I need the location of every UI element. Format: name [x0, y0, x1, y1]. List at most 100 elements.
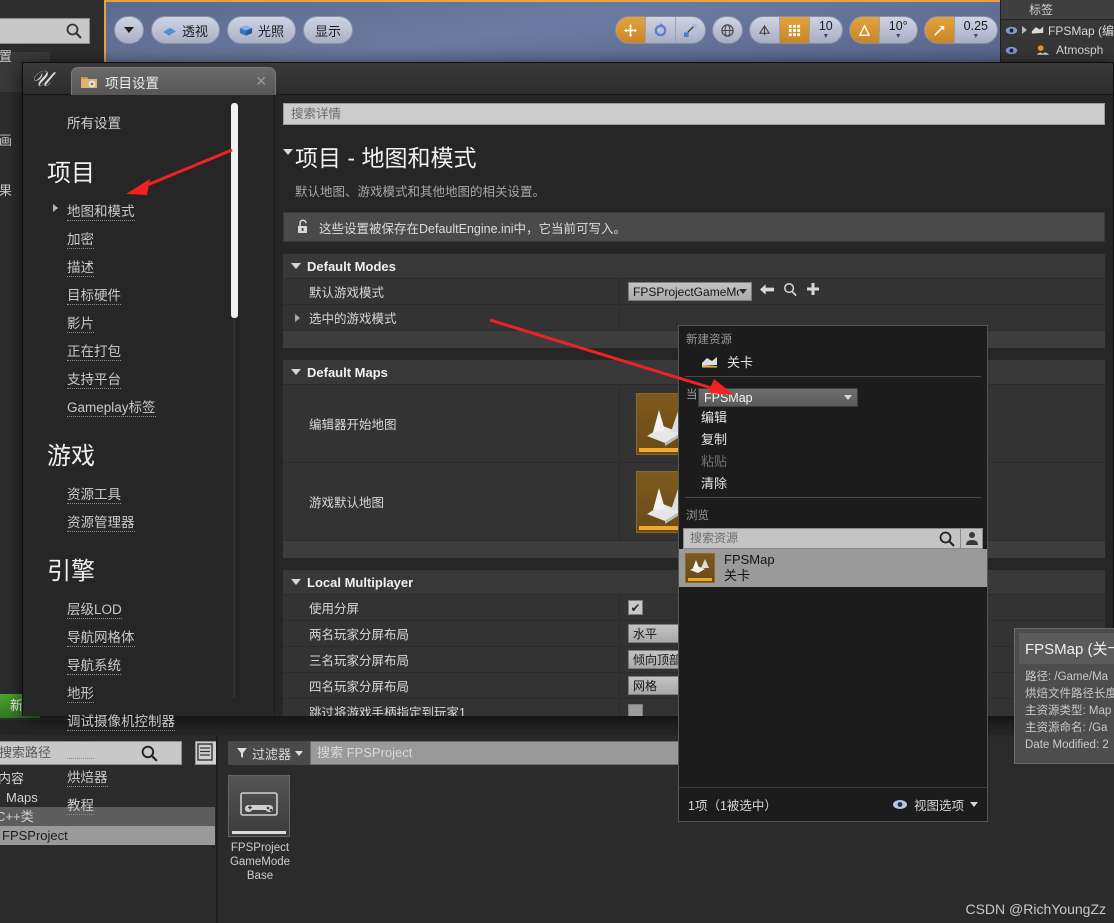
- picker-filter-button[interactable]: [961, 528, 983, 549]
- unlock-icon: [298, 219, 307, 233]
- use-splitscreen-checkbox[interactable]: ✔: [628, 600, 643, 615]
- sidebar-item-animation[interactable]: 动画: [23, 734, 274, 762]
- show-button[interactable]: 显示: [303, 16, 354, 44]
- translate-mode-button[interactable]: [615, 17, 646, 43]
- sidebar-item-navigation-system[interactable]: 导航系统: [23, 650, 274, 678]
- angle-snap-value[interactable]: 10° ▼: [880, 17, 917, 43]
- collapse-triangle-icon[interactable]: [283, 149, 293, 155]
- tab-project-settings[interactable]: 项目设置 ✕: [71, 67, 276, 95]
- perspective-button[interactable]: 透视: [151, 16, 221, 44]
- atmosphere-icon: [1036, 44, 1050, 55]
- skip-gamepad-checkbox[interactable]: [628, 704, 643, 716]
- sidebar-item-label: 加密: [67, 232, 94, 249]
- sidebar-item-hierarchical-lod[interactable]: 层级LOD: [23, 594, 274, 622]
- picker-item-copy[interactable]: 复制: [679, 427, 987, 449]
- scale-snap-toggle[interactable]: [924, 17, 955, 43]
- sidebar-item-landscape[interactable]: 地形: [23, 678, 274, 706]
- asset-label-line: FPSProject: [230, 842, 290, 854]
- picker-item-label: 清除: [701, 475, 728, 491]
- scale-snap-value[interactable]: 0.25 ▼: [955, 17, 997, 43]
- picker-item-label: 复制: [701, 431, 728, 447]
- modes-search-input[interactable]: 类: [0, 18, 90, 44]
- grid-snap-value[interactable]: 10 ▼: [810, 17, 842, 43]
- collapse-triangle-icon[interactable]: [291, 263, 301, 269]
- sidebar-item-supported-platforms[interactable]: 支持平台: [23, 364, 274, 392]
- left-item-effects[interactable]: 效果: [0, 180, 12, 199]
- sidebar-item-debug-camera-controller[interactable]: 调试摄像机控制器: [23, 706, 274, 734]
- editor-startup-map-combo[interactable]: FPSMap: [698, 388, 858, 407]
- chevron-right-icon[interactable]: [295, 313, 300, 322]
- tree-item-fpsproject[interactable]: FPSProject: [0, 826, 215, 845]
- collapse-triangle-icon[interactable]: [291, 369, 301, 375]
- rotate-mode-button[interactable]: [646, 17, 676, 43]
- sidebar-item-asset-manager[interactable]: 资源管理器: [23, 507, 274, 535]
- window-titlebar[interactable]: 𝒰 项目设置 ✕: [23, 63, 1113, 95]
- use-selected-asset-button[interactable]: [760, 283, 775, 301]
- chevron-right-icon[interactable]: [53, 204, 58, 212]
- eye-icon[interactable]: [1005, 25, 1018, 36]
- angle-icon: [858, 23, 870, 36]
- picker-result-row[interactable]: FPSMap 关卡: [679, 549, 987, 587]
- outliner-row[interactable]: Atmosph: [1001, 40, 1114, 60]
- result-thumbnail: [685, 553, 715, 583]
- sidebar-item-label: 正在打包: [67, 344, 121, 361]
- collapse-triangle-icon[interactable]: [291, 579, 301, 585]
- asset-search-input[interactable]: 搜索 FPSProject: [310, 741, 730, 765]
- create-new-asset-button[interactable]: [806, 282, 820, 301]
- picker-search-placeholder: 搜索资源: [690, 531, 739, 545]
- tree-item-label: 内容: [0, 771, 25, 786]
- show-label: 显示: [315, 23, 342, 39]
- tooltip-line: 烘焙文件路径长度: [1025, 688, 1114, 700]
- transform-mode-group[interactable]: [614, 16, 706, 44]
- view-options-button[interactable]: 视图选项: [892, 795, 978, 814]
- scale-mode-button[interactable]: [676, 17, 705, 43]
- gamemode-combo[interactable]: FPSProjectGameMod: [628, 282, 752, 301]
- outliner-row[interactable]: FPSMap (编: [1001, 20, 1114, 40]
- sidebar-item-label: 地形: [67, 686, 94, 703]
- section-header[interactable]: Default Modes: [283, 254, 1105, 279]
- sidebar-item-tutorials[interactable]: 教程: [23, 790, 274, 818]
- sidebar-item-cooker[interactable]: 烘焙器: [23, 762, 274, 790]
- picker-results-list[interactable]: [679, 587, 987, 787]
- picker-item-label: 关卡: [727, 354, 754, 370]
- settings-sidebar[interactable]: 所有设置 项目 地图和模式 加密 描述 目标硬件 影片 正在打包 支持平台 Ga…: [23, 95, 275, 815]
- angle-snap-toggle[interactable]: [849, 17, 880, 43]
- sidebar-item-gameplay-tags[interactable]: Gameplay标签: [23, 392, 274, 420]
- picker-separator: [685, 497, 981, 498]
- search-icon[interactable]: [65, 22, 83, 40]
- sidebar-item-asset-tools[interactable]: 资源工具: [23, 479, 274, 507]
- ini-notice-text: 这些设置被保存在DefaultEngine.ini中，它当前可写入。: [319, 221, 627, 236]
- coordinate-system-button[interactable]: [713, 17, 742, 43]
- picker-item-clear[interactable]: 清除: [679, 471, 987, 493]
- world-space-group[interactable]: [711, 16, 743, 44]
- browse-asset-button[interactable]: [783, 282, 798, 302]
- grid-snap-toggle[interactable]: [779, 17, 810, 43]
- close-icon[interactable]: ✕: [255, 73, 267, 90]
- details-search-input[interactable]: 搜索详情: [283, 103, 1105, 125]
- lit-button[interactable]: 光照: [227, 16, 297, 44]
- globe-icon: [721, 23, 734, 37]
- chevron-down-icon: [970, 802, 978, 807]
- combo-value: 水平: [633, 627, 658, 641]
- new-asset-header: 新建资源: [686, 334, 732, 346]
- sidebar-item-navigation-mesh[interactable]: 导航网格体: [23, 622, 274, 650]
- search-icon[interactable]: [938, 530, 956, 548]
- left-item-animation[interactable]: 动画: [0, 130, 12, 149]
- property-label: 使用分屏: [283, 595, 620, 620]
- sidebar-scrollbar-thumb[interactable]: [231, 103, 238, 318]
- picker-item-edit[interactable]: 编辑: [679, 405, 987, 427]
- chevron-right-icon[interactable]: [1022, 26, 1027, 34]
- sidebar-item-packaging[interactable]: 正在打包: [23, 336, 274, 364]
- eye-icon[interactable]: [1005, 45, 1018, 56]
- angle-snap-group[interactable]: 10° ▼: [848, 16, 918, 44]
- surface-snap-button[interactable]: [750, 17, 780, 43]
- tooltip-line: Date Modified: 2: [1025, 739, 1109, 751]
- outliner-row-label: FPSMap (编: [1047, 23, 1114, 38]
- world-outliner[interactable]: 标签 FPSMap (编 Atmosph: [1000, 0, 1114, 62]
- left-item-place[interactable]: 放置: [0, 46, 12, 65]
- grid-snap-group[interactable]: 10 ▼: [748, 16, 843, 44]
- scale-snap-group[interactable]: 0.25 ▼: [923, 16, 998, 44]
- picker-item-new-level[interactable]: 关卡: [679, 350, 987, 372]
- picker-search-input[interactable]: 搜索资源: [683, 528, 961, 549]
- viewport-menu-button[interactable]: [114, 16, 144, 44]
